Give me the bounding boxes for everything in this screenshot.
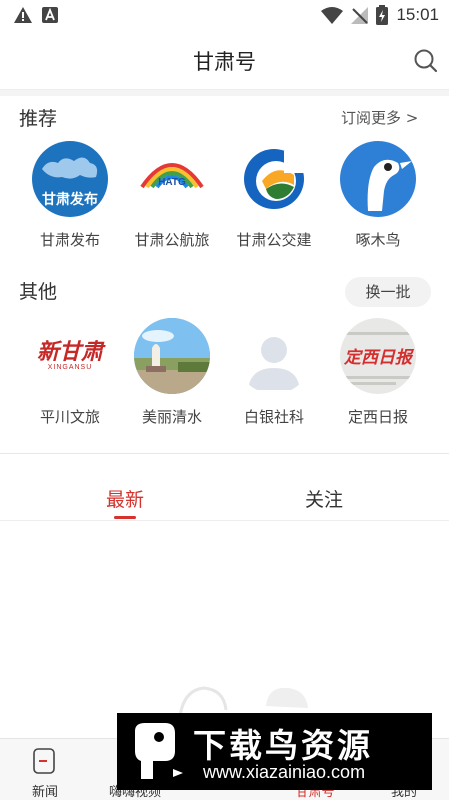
recommend-item-zhuomuniao[interactable]: 啄木鸟 (328, 141, 428, 250)
nav-news[interactable]: 新闻 (0, 739, 90, 801)
search-icon (414, 49, 438, 73)
news-icon (33, 748, 55, 774)
item-label: 定西日报 (347, 408, 408, 426)
search-button[interactable] (413, 48, 439, 74)
nav-news-label: 新闻 (31, 785, 58, 800)
logo-text: 定西日报 (344, 348, 412, 368)
statue-photo-icon (134, 318, 210, 394)
avatar (340, 141, 416, 217)
no-signal-icon (351, 6, 369, 24)
header: 甘肃号 (0, 32, 449, 90)
item-label: 甘肃发布 (39, 231, 100, 249)
watermark-url: www.xiazainiao.com (203, 762, 366, 782)
woodpecker-logo-icon (367, 159, 412, 211)
others-item-dingxi-ribao[interactable]: 定西日报 定西日报 (328, 318, 428, 427)
logo-text: 新甘肃 (36, 339, 103, 365)
tab-following[interactable]: 关注 (305, 485, 343, 512)
default-user-icon (248, 337, 300, 390)
logo-text: 甘肃发布 (42, 192, 98, 208)
others-item-pingchuan[interactable]: 新甘肃 XINGANSU 平川文旅 (20, 318, 120, 427)
logo-subtext: XINGANSU (47, 364, 93, 371)
avatar (236, 141, 312, 217)
tab-latest[interactable]: 最新 (106, 485, 144, 512)
tabs-divider (0, 520, 449, 521)
avatar: 新甘肃 XINGANSU (32, 318, 108, 394)
logo-text: HATG (158, 177, 186, 188)
avatar: HATG (134, 141, 210, 217)
warning-icon (14, 7, 32, 23)
item-label: 白银社科 (243, 408, 304, 426)
item-label: 啄木鸟 (355, 231, 401, 249)
gongjiaojian-logo-icon (244, 149, 304, 209)
watermark-title: 下载鸟资源 (193, 726, 373, 765)
item-label: 甘肃公航旅 (134, 231, 210, 249)
page-title: 甘肃号 (193, 50, 256, 74)
item-label: 美丽清水 (141, 408, 202, 426)
recommend-item-gansu-fabu[interactable]: 甘肃发布 甘肃发布 (20, 141, 120, 250)
status-right-icons: 15:01 (321, 5, 439, 25)
others-item-baiyin-sheke[interactable]: 白银社科 (224, 318, 324, 427)
subscribe-more-link[interactable]: 订阅更多 > (341, 107, 418, 128)
battery-icon (376, 5, 389, 25)
content-divider (0, 453, 449, 454)
app-notification-icon (42, 7, 58, 23)
wifi-icon (321, 6, 344, 24)
empty-state-illustration-icon (178, 686, 308, 716)
active-tab-indicator (114, 516, 136, 519)
recommend-item-gansu-hangly[interactable]: HATG 甘肃公航旅 (122, 141, 222, 250)
recommend-title: 推荐 (19, 108, 58, 130)
item-label: 甘肃公交建 (236, 231, 312, 249)
avatar (134, 318, 210, 394)
avatar (236, 318, 312, 394)
item-label: 平川文旅 (39, 408, 100, 426)
watermark-banner: 下载鸟资源 www.xiazainiao.com (117, 713, 432, 790)
avatar: 甘肃发布 (32, 141, 108, 217)
bird-logo-icon (135, 723, 183, 779)
status-bar: 15:01 (0, 0, 449, 32)
swap-batch-button[interactable]: 换一批 (345, 277, 431, 307)
section-divider (0, 90, 449, 96)
status-time: 15:01 (396, 5, 439, 24)
avatar: 定西日报 (340, 318, 416, 394)
status-left-icons (14, 7, 58, 23)
others-item-meili-qingshui[interactable]: 美丽清水 (122, 318, 222, 427)
others-title: 其他 (19, 281, 58, 303)
recommend-item-gansu-gongjiaojian[interactable]: 甘肃公交建 (224, 141, 324, 250)
